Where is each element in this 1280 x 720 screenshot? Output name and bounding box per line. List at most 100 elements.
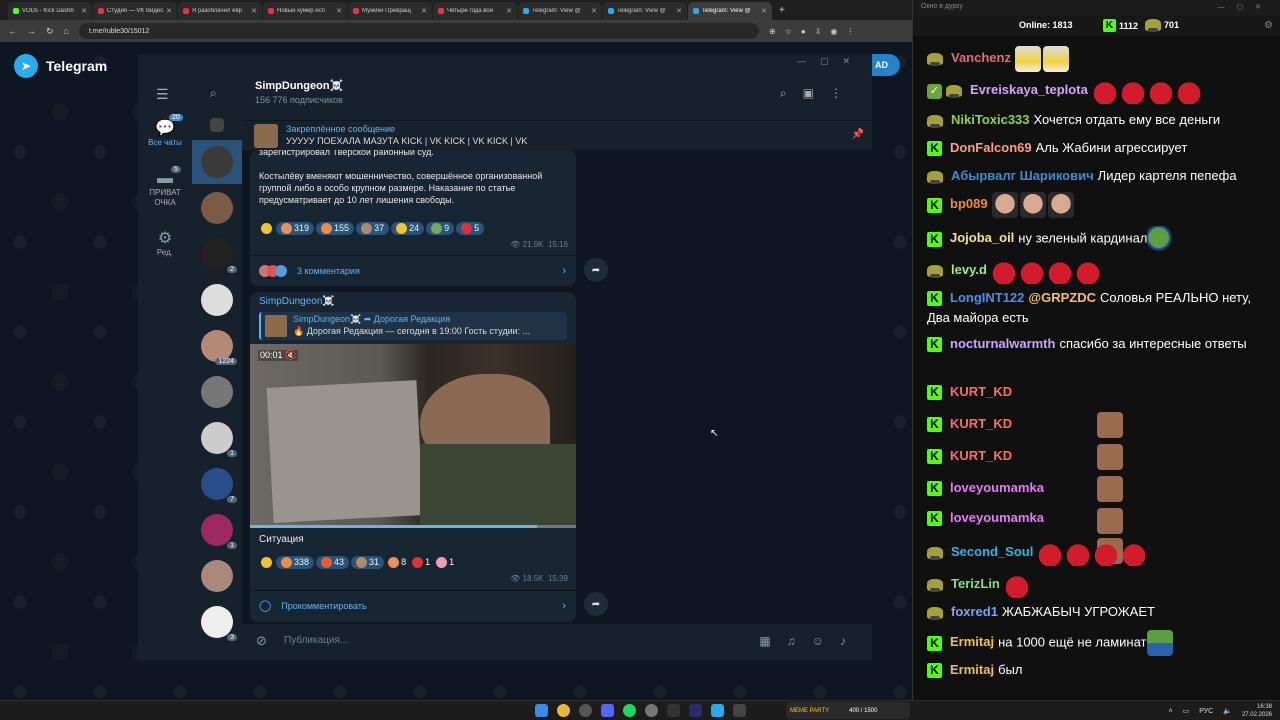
reaction-chip[interactable]: 43 [316, 555, 350, 569]
obs-icon[interactable] [579, 704, 592, 717]
reaction-chip[interactable]: 24 [391, 221, 425, 235]
chat-item-selected[interactable] [192, 140, 242, 184]
chat-window-controls[interactable]: —▢✕ [1218, 3, 1273, 11]
taskbar-widget[interactable]: MEME PARTY 400 / 1500 [786, 702, 910, 719]
language-indicator[interactable]: РУС [1199, 708, 1213, 715]
video-player[interactable]: 00:01 🔇 [250, 344, 576, 528]
chat-avatar[interactable]: 3 [201, 606, 237, 641]
chat-username[interactable]: Second_Soul [951, 544, 1033, 559]
close-tab-icon[interactable]: ✕ [251, 7, 257, 15]
reaction-chip[interactable]: 8 [386, 556, 408, 569]
windows-start-icon[interactable] [535, 704, 548, 717]
app-icon[interactable] [689, 704, 702, 717]
spotify-icon[interactable] [623, 704, 636, 717]
chat-avatar[interactable] [201, 560, 233, 592]
search-icon[interactable]: ⌕ [780, 86, 803, 100]
chat-username[interactable]: KURT_KD [950, 416, 1012, 431]
clock[interactable]: 16:38 27.02.2026 [1242, 703, 1272, 719]
profile-icon[interactable]: ◉ [830, 27, 837, 36]
chat-avatar[interactable]: 2 [201, 238, 237, 273]
close-tab-icon[interactable]: ✕ [166, 7, 172, 15]
chrome-icon[interactable] [557, 704, 570, 717]
chat-username[interactable]: nocturnalwarmth [950, 336, 1055, 351]
reaction-chip[interactable]: 319 [276, 221, 315, 235]
close-tab-icon[interactable]: ✕ [421, 7, 427, 15]
reload-icon[interactable]: ↻ [46, 26, 54, 37]
reaction-chip[interactable]: 9 [426, 221, 455, 235]
close-tab-icon[interactable]: ✕ [676, 7, 682, 15]
telegram-icon[interactable] [711, 704, 724, 717]
browser-tab[interactable]: Telegram: View @ ✕ [603, 2, 687, 20]
app-icon[interactable] [733, 704, 746, 717]
browser-tab[interactable]: Четыре года вой ✕ [433, 2, 517, 20]
telegram-window-controls[interactable]: —▢✕ [797, 56, 864, 67]
browser-tab[interactable]: Telegram: View @ ✕ [688, 2, 772, 20]
chat-username[interactable]: Ermitaj [950, 662, 994, 677]
muted-speaker-icon[interactable]: 🔇 [285, 350, 296, 360]
chat-username[interactable]: bp089 [950, 196, 988, 211]
tray-chevron-icon[interactable]: ˄ [1169, 708, 1173, 715]
chat-avatar[interactable] [201, 284, 233, 316]
forward-icon[interactable]: → [27, 26, 36, 36]
chat-username[interactable]: loveyoumamka [950, 510, 1044, 525]
reaction-chip[interactable]: 5 [456, 221, 485, 235]
zoom-icon[interactable]: ⊕ [769, 27, 776, 36]
speaker-icon[interactable]: 🔈 [1223, 707, 1232, 715]
reaction-chip[interactable]: 31 [351, 555, 385, 569]
chat-username[interactable]: Jojoba_oil [950, 230, 1014, 245]
browser-tab[interactable]: Мужики Превращ ✕ [348, 2, 432, 20]
forwarded-preview[interactable]: SimpDungeon☠️ ➦ Дорогая Редакция 🔥 Дорог… [259, 312, 567, 340]
reaction-chip[interactable]: 1 [434, 556, 456, 569]
gear-icon[interactable]: ⚙ [1264, 20, 1273, 31]
hamburger-menu-icon[interactable]: ☰ [156, 86, 169, 103]
extension-icon[interactable]: ● [801, 27, 806, 36]
menu-dots-icon[interactable]: ⋮ [846, 27, 854, 36]
reaction-chip[interactable]: 1 [410, 556, 432, 569]
chat-username[interactable]: KURT_KD [950, 384, 1012, 399]
chat-username[interactable]: TerizLin [951, 576, 1000, 591]
browser-tab[interactable]: Telegram: View @ ✕ [518, 2, 602, 20]
post-author[interactable]: SimpDungeon☠️ [259, 296, 335, 307]
discord-icon[interactable] [601, 704, 614, 717]
new-tab-button[interactable]: + [773, 5, 791, 16]
folder-edit[interactable]: ⚙ Ред. [138, 228, 192, 257]
browser-tab[interactable]: Я разоблачил евр ✕ [178, 2, 262, 20]
home-icon[interactable]: ⌂ [64, 26, 69, 36]
comments-link[interactable]: 3 комментария › [250, 255, 576, 285]
share-button[interactable]: ➦ [584, 258, 608, 282]
monitor-icon[interactable]: ▭ [1183, 707, 1190, 715]
chat-avatar[interactable]: 1 [201, 514, 237, 549]
download-icon[interactable]: ⇩ [815, 27, 822, 36]
attach-icon[interactable]: ⊘ [256, 633, 267, 649]
chat-username[interactable]: KURT_KD [950, 448, 1012, 463]
star-reaction[interactable] [259, 222, 274, 235]
pinned-message-bar[interactable]: Закреплённое сообщение УУУУУ ПОЕХАЛА МАЗ… [242, 120, 872, 150]
telegram-logo[interactable]: ➤ Telegram [14, 54, 107, 78]
chat-avatar[interactable]: 1224 [201, 330, 237, 365]
microphone-icon[interactable]: ♪ [840, 634, 862, 648]
chat-avatar[interactable]: 7 [201, 468, 237, 503]
close-tab-icon[interactable]: ✕ [81, 7, 87, 15]
reaction-chip[interactable]: 155 [316, 221, 355, 235]
chat-username[interactable]: NikiToxic333 [951, 112, 1030, 127]
chat-username[interactable]: levy.d [951, 262, 987, 277]
browser-tab[interactable]: VODs - Kick Dashb ✕ [8, 2, 92, 20]
back-icon[interactable]: ← [8, 26, 17, 36]
composer-placeholder[interactable]: Публикация... [284, 635, 348, 646]
chat-username[interactable]: Абырвалг Шарикович [951, 168, 1094, 183]
app-icon[interactable] [667, 704, 680, 717]
bell-icon[interactable]: ♫ [787, 634, 812, 648]
chat-username[interactable]: loveyoumamka [950, 480, 1044, 495]
bookmark-star-icon[interactable]: ☆ [785, 27, 792, 36]
close-tab-icon[interactable]: ✕ [761, 7, 767, 15]
comment-button[interactable]: ◯ Прокомментировать › [250, 590, 576, 620]
chat-username[interactable]: Vanchenz [951, 50, 1011, 65]
url-field[interactable]: t.me/ruble30/15012 [78, 23, 759, 39]
star-reaction[interactable] [259, 556, 274, 569]
chat-username[interactable]: LongINT122 [950, 290, 1024, 305]
app-icon[interactable] [645, 704, 658, 717]
chat-username[interactable]: DonFalcon69 [950, 140, 1032, 155]
chat-mention[interactable]: @GRPZDC [1028, 290, 1096, 305]
pin-list-icon[interactable]: 📌 [852, 129, 864, 140]
more-icon[interactable]: ⋮ [830, 86, 858, 100]
